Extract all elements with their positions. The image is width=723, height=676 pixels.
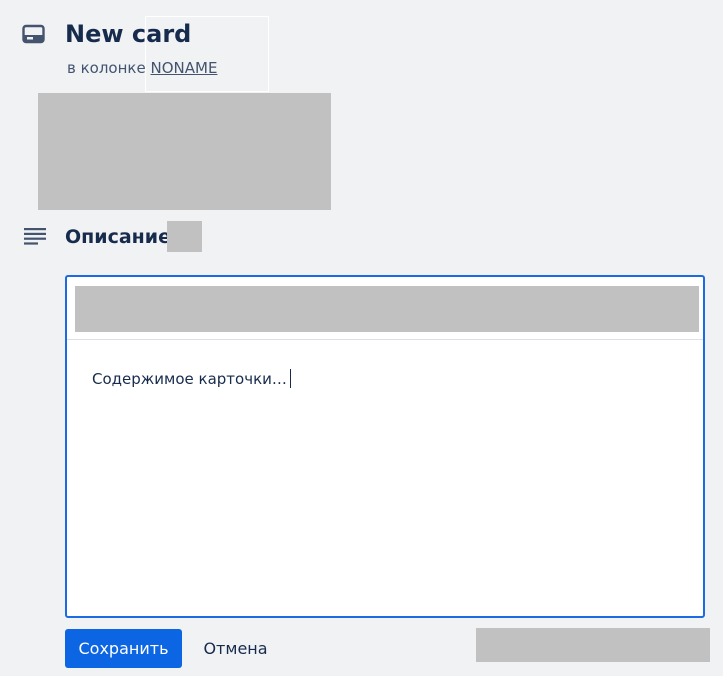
cancel-button[interactable]: Отмена bbox=[190, 629, 281, 668]
editor-divider bbox=[67, 339, 703, 340]
text-align-left-icon bbox=[24, 228, 46, 245]
card-column-info: в колонке NONAME bbox=[67, 58, 217, 78]
redacted-block bbox=[38, 93, 331, 210]
column-prefix: в колонке bbox=[67, 59, 146, 77]
editor-placeholder-text: Содержимое карточки… bbox=[92, 370, 287, 388]
card-title[interactable]: New card bbox=[65, 18, 191, 50]
redacted-badge bbox=[167, 221, 202, 252]
column-link[interactable]: NONAME bbox=[151, 59, 218, 77]
description-heading: Описание bbox=[65, 226, 172, 248]
save-button[interactable]: Сохранить bbox=[65, 629, 182, 668]
card-icon bbox=[22, 24, 45, 44]
text-caret bbox=[289, 369, 291, 388]
editor-content[interactable]: Содержимое карточки… bbox=[92, 369, 291, 389]
editor-toolbar[interactable] bbox=[75, 286, 699, 332]
redacted-footer-block bbox=[476, 628, 710, 662]
description-editor[interactable]: Содержимое карточки… bbox=[65, 275, 705, 618]
